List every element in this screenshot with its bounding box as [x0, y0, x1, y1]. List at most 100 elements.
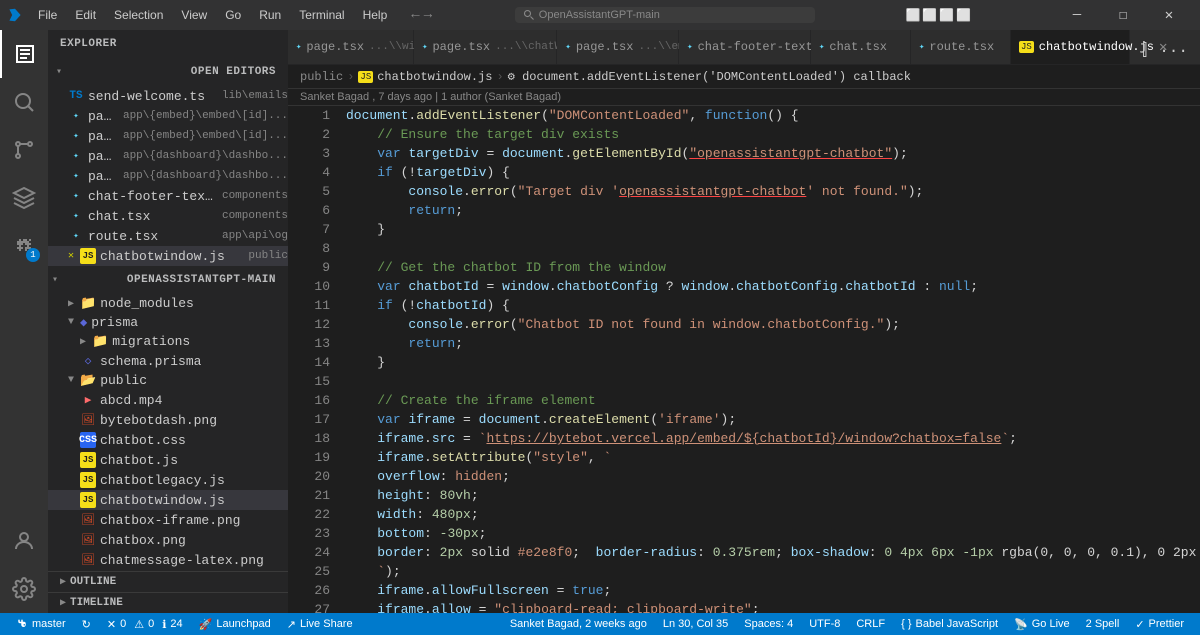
activity-settings[interactable]	[0, 565, 48, 613]
status-git-branch[interactable]: master	[8, 613, 74, 635]
menu-terminal[interactable]: Terminal	[291, 6, 352, 24]
status-errors[interactable]: ✕ 0 ⚠ 0 ℹ 24	[99, 613, 191, 635]
status-bar: master ↻ ✕ 0 ⚠ 0 ℹ 24 🚀 Launchpad ↗ Live…	[0, 613, 1200, 635]
menu-go[interactable]: Go	[217, 6, 249, 24]
prettier-icon: ✓	[1135, 618, 1144, 631]
status-prettier[interactable]: ✓ Prettier	[1127, 613, 1192, 635]
activity-debug[interactable]	[0, 174, 48, 222]
file-chatmessage-latex[interactable]: 🖼 chatmessage-latex.png	[48, 550, 288, 570]
activity-accounts[interactable]	[0, 517, 48, 565]
activity-git[interactable]	[0, 126, 48, 174]
status-launchpad[interactable]: 🚀 Launchpad	[191, 613, 279, 635]
line-num-17: 17	[288, 410, 330, 429]
open-editor-chat[interactable]: ✦ chat.tsx components	[48, 206, 288, 226]
activity-extensions[interactable]: 1	[0, 222, 48, 270]
outline-header[interactable]: ▶ OUTLINE	[48, 571, 288, 592]
breadcrumb-symbol[interactable]: ⚙ document.addEventListener('DOMContentL…	[508, 69, 911, 84]
code-line-13: return;	[346, 334, 1200, 353]
code-line-14: }	[346, 353, 1200, 372]
tab-chatbotwindow[interactable]: JS chatbotwindow.js ✕	[1011, 30, 1130, 64]
maximize-button[interactable]: ☐	[1100, 0, 1146, 30]
file-bytebotdash[interactable]: 🖼 bytebotdash.png	[48, 410, 288, 430]
tab-tsx-icon5: ✦	[819, 42, 824, 52]
status-sync[interactable]: ↻	[74, 613, 99, 635]
menu-help[interactable]: Help	[355, 6, 396, 24]
open-editor-page3[interactable]: ✦ page.tsx app\{dashboard}\dashbo...	[48, 146, 288, 166]
minimize-button[interactable]: —	[1054, 0, 1100, 30]
open-editor-page2[interactable]: ✦ page.tsx app\{embed}\embed\[id]...	[48, 126, 288, 146]
file-chatbox-iframe[interactable]: 🖼 chatbox-iframe.png	[48, 510, 288, 530]
menu-run[interactable]: Run	[251, 6, 289, 24]
css-icon: CSS	[80, 432, 96, 448]
project-header[interactable]: ▾ OPENASSISTANTGPT-MAIN	[48, 266, 288, 294]
nav-forward[interactable]: →	[424, 7, 432, 23]
timeline-header[interactable]: ▶ TIMELINE	[48, 592, 288, 613]
split-editor-button[interactable]: ⫿	[1138, 38, 1151, 64]
file-abcd-mp4[interactable]: ▶ abcd.mp4	[48, 390, 288, 410]
line-num-23: 23	[288, 524, 330, 543]
status-encoding[interactable]: UTF-8	[801, 613, 848, 635]
tab-page-chatwindow[interactable]: ✦ page.tsx ...\\chatWindow ✕	[414, 30, 557, 64]
tab-chat-footer[interactable]: ✦ chat-footer-text.tsx ✕	[679, 30, 811, 64]
status-go-live[interactable]: 📡 Go Live	[1006, 613, 1078, 635]
code-line-3: var targetDiv = document.getElementById(…	[346, 144, 1200, 163]
outline-section: ▶ OUTLINE	[48, 571, 288, 592]
open-editor-send-welcome[interactable]: TS send-welcome.ts lib\emails	[48, 86, 288, 106]
open-editor-chat-footer[interactable]: ✦ chat-footer-text.tsx components	[48, 186, 288, 206]
folder-public[interactable]: ▼ 📂 public	[48, 371, 288, 390]
code-content[interactable]: document.addEventListener("DOMContentLoa…	[338, 106, 1200, 613]
file-schema-prisma[interactable]: ◇ schema.prisma	[48, 351, 288, 371]
file-chatbotlegacy[interactable]: JS chatbotlegacy.js	[48, 470, 288, 490]
open-editor-route[interactable]: ✦ route.tsx app\api\og	[48, 226, 288, 246]
nav-back[interactable]: ←	[411, 7, 419, 23]
language-label: { }	[901, 618, 911, 630]
code-line-8	[346, 239, 1200, 258]
menu-edit[interactable]: Edit	[67, 6, 104, 24]
file-chatbot-css[interactable]: CSS chatbot.css	[48, 430, 288, 450]
tab-tsx-icon4: ✦	[687, 42, 692, 52]
open-editors-header[interactable]: ▾ OPEN EDITORS	[48, 58, 288, 86]
git-branch-label: master	[32, 618, 66, 630]
tab-chat[interactable]: ✦ chat.tsx ✕	[811, 30, 911, 64]
tab-page-window[interactable]: ✦ page.tsx ...\\window ✕	[288, 30, 414, 64]
code-container[interactable]: 1 2 3 4 5 6 7 8 9 10 11 12 13 14 15 16 1…	[288, 106, 1200, 613]
warning-icon-status: ⚠	[134, 618, 144, 631]
open-editor-page4[interactable]: ✦ page.tsx app\{dashboard}\dashbo...	[48, 166, 288, 186]
tsx-icon7: ✦	[68, 228, 84, 244]
more-actions-button[interactable]: ···	[1155, 38, 1192, 64]
line-num-2: 2	[288, 125, 330, 144]
status-git-author[interactable]: Sanket Bagad, 2 weeks ago	[502, 613, 655, 635]
breadcrumb-file[interactable]: chatbotwindow.js	[377, 70, 492, 84]
open-editor-page1[interactable]: ✦ page.tsx app\{embed}\embed\[id]...	[48, 106, 288, 126]
status-cursor[interactable]: Ln 30, Col 35	[655, 613, 736, 635]
status-spaces[interactable]: Spaces: 4	[736, 613, 801, 635]
line-num-27: 27	[288, 600, 330, 613]
file-chatbot-js[interactable]: JS chatbot.js	[48, 450, 288, 470]
code-line-20: overflow: hidden;	[346, 467, 1200, 486]
activity-search[interactable]	[0, 78, 48, 126]
explorer-header[interactable]: EXPLORER ···	[48, 30, 288, 58]
status-live-share[interactable]: ↗ Live Share	[279, 613, 361, 635]
open-editor-chatbotwindow[interactable]: ✕ JS chatbotwindow.js public	[48, 246, 288, 266]
breadcrumb-public[interactable]: public	[300, 70, 343, 84]
file-chatbox[interactable]: 🖼 chatbox.png	[48, 530, 288, 550]
status-line-ending[interactable]: CRLF	[848, 613, 893, 635]
explorer-more[interactable]: ···	[255, 38, 276, 50]
status-spell[interactable]: 2 Spell	[1078, 613, 1128, 635]
activity-explorer[interactable]	[0, 30, 48, 78]
menu-selection[interactable]: Selection	[106, 6, 171, 24]
folder-migrations[interactable]: ▶ 📁 migrations	[48, 332, 288, 351]
search-bar[interactable]: OpenAssistantGPT-main	[515, 7, 815, 23]
folder-prisma[interactable]: ▼ ◆ prisma	[48, 313, 288, 332]
folder-node-modules[interactable]: ▶ 📁 node_modules	[48, 294, 288, 313]
spaces-label: Spaces: 4	[744, 618, 793, 630]
menu-file[interactable]: File	[30, 6, 65, 24]
close-button[interactable]: ✕	[1146, 0, 1192, 30]
live-share-icon: ↗	[287, 618, 296, 631]
tab-route[interactable]: ✦ route.tsx ✕	[911, 30, 1011, 64]
menu-view[interactable]: View	[173, 6, 215, 24]
line-num-7: 7	[288, 220, 330, 239]
file-chatbotwindow-js[interactable]: JS chatbotwindow.js	[48, 490, 288, 510]
status-language[interactable]: { } Babel JavaScript	[893, 613, 1006, 635]
tab-page-embed[interactable]: ✦ page.tsx ...\\embed ✕	[557, 30, 679, 64]
